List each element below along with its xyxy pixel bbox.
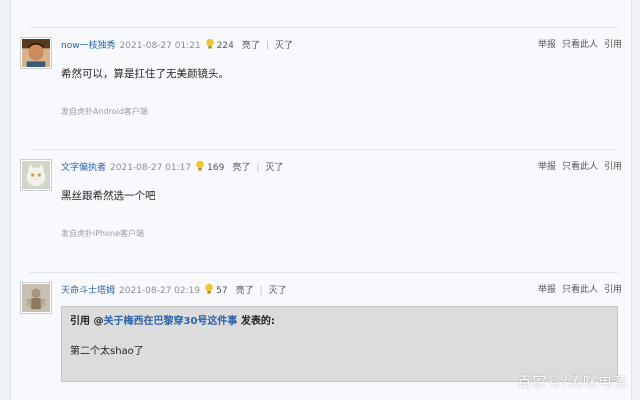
username-link[interactable]: 文字偏执者: [61, 163, 106, 173]
lightbulb-icon: [205, 38, 215, 50]
light-button[interactable]: 亮了: [236, 286, 254, 296]
username-link[interactable]: 天命斗士塔姆: [61, 286, 115, 296]
cite-button[interactable]: 引用: [604, 285, 622, 295]
dim-button[interactable]: 灭了: [269, 286, 287, 296]
report-button[interactable]: 举报: [538, 162, 556, 172]
divider: |: [256, 163, 260, 173]
watermark: 百家号/涛咪电竞: [517, 375, 628, 391]
dim-button[interactable]: 灭了: [265, 163, 283, 173]
post-time: 2021-08-27 01:21: [119, 41, 201, 51]
only-this-user-button[interactable]: 只看此人: [562, 162, 598, 172]
post-actions: 举报 只看此人 引用: [532, 38, 622, 52]
quote-body: 第二个太shao了: [70, 346, 144, 357]
lightbulb-icon: [195, 160, 205, 172]
user-avatar[interactable]: [20, 37, 52, 69]
light-button[interactable]: 亮了: [242, 41, 260, 51]
post-source: 发自虎扑iPhone客户端: [61, 229, 145, 238]
light-count: 169: [207, 163, 225, 173]
post-meta: 文字偏执者 2021-08-27 01:17 169 亮了 | 灭了: [61, 160, 283, 174]
dim-button[interactable]: 灭了: [275, 41, 293, 51]
user-photo-avatar-icon: [22, 39, 50, 67]
light-count: 57: [216, 286, 228, 296]
divider: |: [265, 41, 269, 51]
quote-block: 引用 @关于梅西在巴黎穿30号这件事 发表的: 第二个太shao了: [61, 306, 618, 382]
comment-post-2: 文字偏执者 2021-08-27 01:17 169 亮了 | 灭了 举报 只看此人 引用 黑…: [11, 150, 631, 270]
quote-thread-link[interactable]: 关于梅西在巴黎穿30号这件事: [103, 316, 237, 327]
quote-header: 引用 @关于梅西在巴黎穿30号这件事 发表的:: [70, 315, 275, 329]
comment-panel: now一枝独秀 2021-08-27 01:21 224 亮了 | 灭了 举报 只看此人 引用…: [10, 0, 632, 400]
figure-avatar-icon: [22, 284, 50, 312]
cite-button[interactable]: 引用: [604, 162, 622, 172]
user-avatar[interactable]: [20, 159, 52, 191]
comment-post-1: now一枝独秀 2021-08-27 01:21 224 亮了 | 灭了 举报 只看此人 引用…: [11, 28, 631, 148]
post-content: 希然可以，算是扛住了无美颜镜头。: [61, 68, 229, 80]
user-avatar[interactable]: [20, 282, 52, 314]
lightbulb-icon: [204, 283, 214, 295]
light-count: 224: [216, 41, 234, 51]
quote-suffix: 发表的:: [237, 316, 275, 327]
quote-prefix: 引用 @: [70, 316, 104, 327]
divider: |: [259, 286, 263, 296]
post-source: 发自虎扑Android客户端: [61, 107, 148, 116]
white-cat-avatar-icon: [22, 161, 50, 189]
only-this-user-button[interactable]: 只看此人: [562, 285, 598, 295]
post-content: 黑丝跟希然选一个吧: [61, 190, 156, 202]
post-actions: 举报 只看此人 引用: [532, 160, 622, 174]
light-button[interactable]: 亮了: [232, 163, 250, 173]
post-meta: now一枝独秀 2021-08-27 01:21 224 亮了 | 灭了: [61, 38, 293, 52]
post-actions: 举报 只看此人 引用: [532, 283, 622, 297]
report-button[interactable]: 举报: [538, 40, 556, 50]
cite-button[interactable]: 引用: [604, 40, 622, 50]
report-button[interactable]: 举报: [538, 285, 556, 295]
post-time: 2021-08-27 01:17: [110, 163, 192, 173]
username-link[interactable]: now一枝独秀: [61, 41, 116, 51]
post-time: 2021-08-27 02:19: [119, 286, 201, 296]
post-meta: 天命斗士塔姆 2021-08-27 02:19 57 亮了 | 灭了: [61, 283, 287, 297]
only-this-user-button[interactable]: 只看此人: [562, 40, 598, 50]
